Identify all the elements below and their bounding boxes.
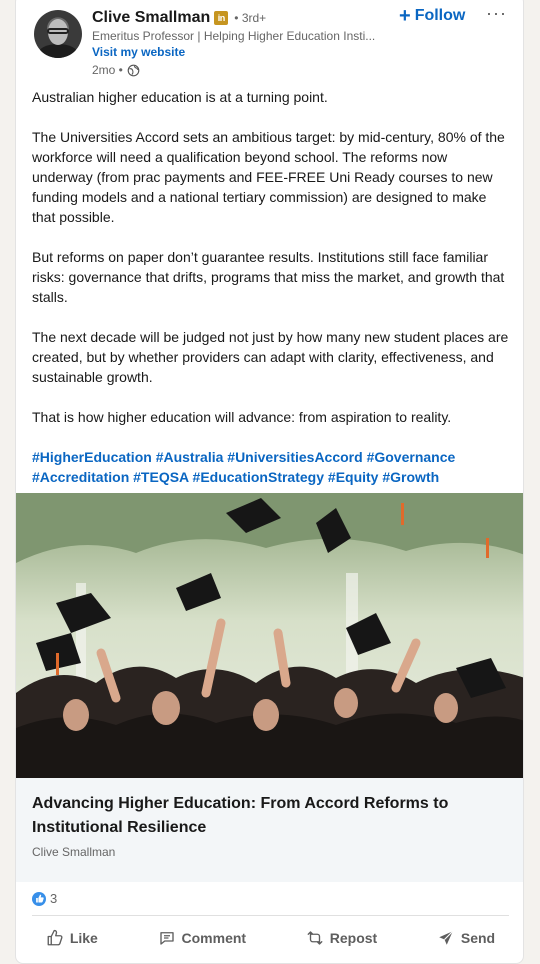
repost-label: Repost: [329, 930, 378, 946]
repost-icon: [307, 931, 323, 945]
reaction-count: 3: [50, 891, 58, 906]
connection-degree: • 3rd+: [234, 11, 267, 25]
hashtag-link[interactable]: #EducationStrategy: [193, 469, 324, 485]
author-name[interactable]: Clive Smallman: [92, 9, 210, 27]
post-time: 2mo •: [92, 63, 123, 77]
article-title[interactable]: Advancing Higher Education: From Accord …: [32, 792, 502, 840]
hashtag-link[interactable]: #Growth: [382, 469, 439, 485]
avatar[interactable]: [34, 10, 82, 58]
follow-label: Follow: [414, 7, 466, 24]
linkedin-badge-icon: in: [214, 11, 229, 25]
author-headline: Emeritus Professor | Helping Higher Educ…: [92, 29, 376, 43]
post-paragraph: The Universities Accord sets an ambitiou…: [32, 129, 505, 225]
hashtag-link[interactable]: #TEQSA: [133, 469, 189, 485]
reactions-summary[interactable]: 3: [32, 891, 57, 906]
post-text: Australian higher education is at a turn…: [32, 87, 510, 447]
globe-icon: [127, 64, 140, 76]
visit-website-link[interactable]: Visit my website: [92, 45, 185, 59]
article-preview[interactable]: Advancing Higher Education: From Accord …: [16, 778, 523, 882]
more-icon[interactable]: ···: [486, 3, 507, 24]
hashtags: #HigherEducation #Australia #Universitie…: [32, 447, 510, 487]
hashtag-link[interactable]: #Australia: [156, 449, 224, 465]
thumbs-up-icon: [32, 891, 46, 906]
post-paragraph: But reforms on paper don’t guarantee res…: [32, 249, 505, 305]
graduation-photo: [16, 493, 523, 778]
comment-icon: [159, 932, 174, 945]
comment-label: Comment: [181, 930, 247, 946]
action-bar: Like Comment Repost Send: [16, 921, 523, 955]
post-meta: 2mo •: [92, 63, 140, 77]
thumbs-up-icon: [47, 929, 63, 946]
post-card: Clive Smallman in • 3rd+ Emeritus Profes…: [15, 0, 524, 964]
hashtag-link[interactable]: #Equity: [328, 469, 379, 485]
send-button[interactable]: Send: [427, 921, 505, 955]
like-button[interactable]: Like: [36, 921, 108, 955]
hashtag-link[interactable]: #HigherEducation: [32, 449, 152, 465]
follow-button[interactable]: + Follow: [399, 5, 466, 27]
like-label: Like: [69, 930, 98, 946]
article-source: Clive Smallman: [32, 845, 116, 859]
post-paragraph: The next decade will be judged not just …: [32, 329, 509, 385]
hashtag-link[interactable]: #UniversitiesAccord: [227, 449, 362, 465]
plus-icon: +: [399, 5, 411, 27]
comment-button[interactable]: Comment: [148, 921, 257, 955]
hashtag-link[interactable]: #Accreditation: [32, 469, 129, 485]
avatar-body: [38, 44, 78, 58]
author-name-row: Clive Smallman in • 3rd+: [92, 9, 266, 27]
article-image[interactable]: [16, 493, 523, 778]
avatar-glasses: [47, 28, 69, 34]
hashtag-link[interactable]: #Governance: [367, 449, 456, 465]
send-label: Send: [460, 930, 496, 946]
repost-button[interactable]: Repost: [296, 921, 387, 955]
send-icon: [439, 930, 454, 945]
post-paragraph: That is how higher education will advanc…: [32, 409, 452, 425]
divider: [32, 915, 509, 916]
post-paragraph: Australian higher education is at a turn…: [32, 89, 328, 105]
